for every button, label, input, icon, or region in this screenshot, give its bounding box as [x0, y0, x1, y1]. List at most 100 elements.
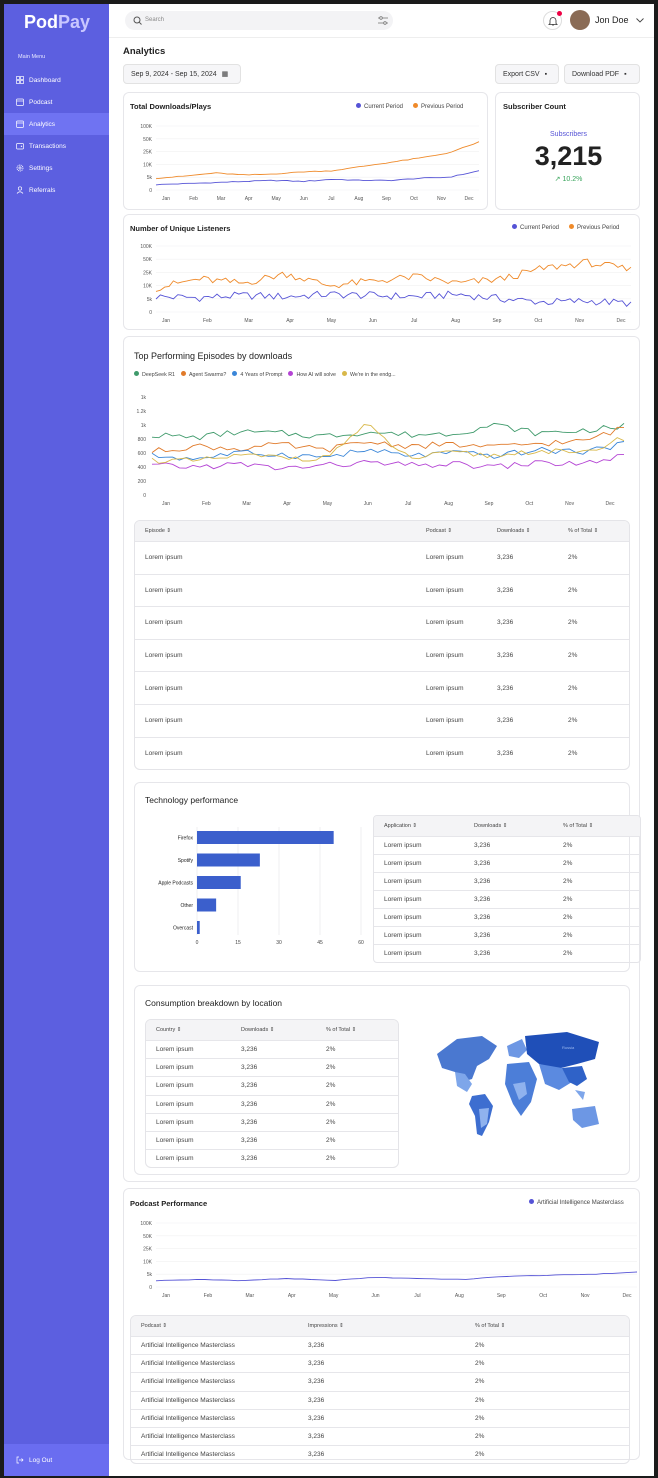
y-tick-label: 50K [143, 137, 153, 143]
table-cell: 2% [475, 1451, 485, 1459]
date-range-picker[interactable]: Sep 9, 2024 - Sep 15, 2024 ▦ [123, 64, 241, 84]
y-tick-label: 100K [140, 124, 152, 130]
table-row[interactable]: Lorem ipsum 3,236 2% [146, 1149, 398, 1167]
table-row[interactable]: Artificial Intelligence Masterclass 3,236… [131, 1372, 629, 1390]
y-tick-label: 50K [143, 1234, 153, 1240]
table-row[interactable]: Lorem ipsum Lorem ipsum 3,236 2% [135, 736, 629, 770]
table-cell: Lorem ipsum [426, 717, 464, 725]
column-header[interactable]: Country ⇕ [146, 1027, 231, 1033]
y-tick-label: 400 [138, 465, 147, 471]
column-header[interactable]: Episode ⇕ [135, 528, 416, 534]
x-tick-label: Mar [244, 318, 253, 324]
bar [197, 876, 241, 889]
table-cell: Artificial Intelligence Masterclass [141, 1342, 235, 1350]
y-tick-label: 0 [143, 493, 146, 499]
column-header[interactable]: % of Total ⇕ [316, 1027, 398, 1033]
table-row[interactable]: Artificial Intelligence Masterclass 3,236… [131, 1390, 629, 1409]
subscriber-card: Subscriber Count Subscribers 3,215 ↗ 10.… [495, 92, 640, 210]
table-row[interactable]: Lorem ipsum Lorem ipsum 3,236 2% [135, 541, 629, 574]
x-tick-label: Jul [405, 501, 411, 507]
table-row[interactable]: Lorem ipsum 3,236 2% [146, 1040, 398, 1058]
chevron-down-icon[interactable] [636, 18, 644, 23]
table-cell: 3,236 [308, 1451, 325, 1459]
filter-icon[interactable] [378, 16, 388, 25]
sidebar-item-analytics[interactable]: Analytics [4, 113, 109, 135]
column-header[interactable]: % of Total ⇕ [465, 1323, 629, 1329]
y-tick-label: 5k [147, 297, 153, 303]
table-row[interactable]: Lorem ipsum 3,236 2% [146, 1058, 398, 1076]
table-cell: 2% [563, 878, 573, 885]
series-line [155, 170, 480, 186]
y-tick-label: 800 [138, 437, 147, 443]
bar [197, 898, 217, 912]
performance-table: Podcast ⇕ Impressions ⇕% of Total ⇕ Artifi… [130, 1315, 630, 1465]
table-row[interactable]: Artificial Intelligence Masterclass 3,236… [131, 1336, 629, 1354]
column-header[interactable]: Downloads ⇕ [464, 823, 553, 829]
download-pdf-button[interactable]: Download PDF ▪ [564, 64, 640, 84]
table-row[interactable]: Lorem ipsum Lorem ipsum 3,236 2% [135, 671, 629, 704]
table-row[interactable]: Artificial Intelligence Masterclass 3,236… [131, 1426, 629, 1445]
search-input[interactable]: Search [125, 11, 393, 30]
legend-item: DeepSeek R1 [134, 371, 175, 378]
column-header[interactable]: Podcast ⇕ [131, 1323, 298, 1329]
sidebar-item-settings[interactable]: Settings [4, 157, 109, 179]
table-row[interactable]: Lorem ipsum 3,236 2% [374, 944, 640, 962]
table-row[interactable]: Lorem ipsum 3,236 2% [374, 890, 640, 908]
table-row[interactable]: Lorem ipsum 3,236 2% [374, 836, 640, 854]
table-row[interactable]: Lorem ipsum 3,236 2% [374, 908, 640, 926]
subscriber-count: 3,215 [534, 141, 603, 171]
table-cell: Lorem ipsum [156, 1046, 194, 1054]
downloads-card: Total Downloads/Plays Current Period Prev… [123, 92, 488, 210]
table-row[interactable]: Artificial Intelligence Masterclass 3,236… [131, 1445, 629, 1463]
column-header[interactable]: % of Total ⇕ [558, 528, 629, 534]
export-csv-button[interactable]: Export CSV ▪ [495, 64, 559, 84]
table-header: Country ⇕ Downloads ⇕% of Total ⇕ [146, 1020, 398, 1040]
table-row[interactable]: Lorem ipsum Lorem ipsum 3,236 2% [135, 606, 629, 639]
table-row[interactable]: Artificial Intelligence Masterclass 3,236… [131, 1354, 629, 1372]
x-tick-label: Feb [189, 196, 198, 202]
episodes-title: Top Performing Episodes by downloads [134, 351, 293, 361]
sidebar-item-podcast[interactable]: Podcast [4, 91, 109, 113]
column-header[interactable]: Downloads ⇕ [231, 1027, 316, 1033]
column-header[interactable]: Podcast ⇕ [416, 528, 487, 534]
table-cell: Lorem ipsum [145, 717, 183, 725]
sidebar-item-referrals[interactable]: Referrals [4, 179, 109, 201]
table-row[interactable]: Lorem ipsum Lorem ipsum 3,236 2% [135, 573, 629, 607]
table-row[interactable]: Artificial Intelligence Masterclass 3,236… [131, 1408, 629, 1427]
table-row[interactable]: Lorem ipsum 3,236 2% [374, 854, 640, 872]
table-cell: 3,236 [497, 717, 514, 725]
table-row[interactable]: Lorem ipsum 3,236 2% [146, 1112, 398, 1131]
x-tick-label: Oct [410, 196, 418, 202]
table-header: Episode ⇕ Podcast ⇕ Downloads ⇕% of Total … [135, 521, 629, 541]
user-name[interactable]: Jon Doe [595, 15, 629, 25]
table-cell: Lorem ipsum [156, 1064, 194, 1072]
column-header[interactable]: Downloads ⇕ [487, 528, 558, 534]
column-header[interactable]: Impressions ⇕ [298, 1323, 465, 1329]
table-cell: 3,236 [497, 652, 514, 660]
table-row[interactable]: Lorem ipsum 3,236 2% [374, 926, 640, 944]
series-line [151, 453, 625, 471]
calendar-icon: ▦ [221, 71, 229, 78]
x-tick-label: Aug [451, 318, 460, 324]
category-label: Overcast [173, 926, 194, 932]
table-cell: 3,236 [308, 1342, 325, 1350]
table-row[interactable]: Lorem ipsum Lorem ipsum 3,236 2% [135, 703, 629, 737]
sidebar-item-dashboard[interactable]: Dashboard [4, 69, 109, 91]
table-row[interactable]: Lorem ipsum 3,236 2% [374, 872, 640, 890]
column-header[interactable]: % of Total ⇕ [553, 823, 640, 829]
table-row[interactable]: Lorem ipsum 3,236 2% [146, 1094, 398, 1113]
table-cell: Lorem ipsum [426, 749, 464, 757]
sidebar-item-transactions[interactable]: Transactions [4, 135, 109, 157]
avatar[interactable] [570, 10, 590, 30]
column-header[interactable]: Application ⇕ [374, 823, 464, 829]
x-tick-label: Jul [328, 196, 334, 202]
table-cell: 3,236 [308, 1433, 325, 1441]
table-row[interactable]: Lorem ipsum 3,236 2% [146, 1076, 398, 1094]
logout-button[interactable]: Log Out [4, 1444, 109, 1476]
table-cell: 3,236 [241, 1155, 258, 1163]
legend-item: Current Period [512, 224, 559, 231]
table-cell: 2% [326, 1046, 336, 1054]
table-row[interactable]: Lorem ipsum Lorem ipsum 3,236 2% [135, 638, 629, 672]
episodes-legend: DeepSeek R1 Agent Swarms? 4 Years of Pro… [134, 371, 396, 378]
table-row[interactable]: Lorem ipsum 3,236 2% [146, 1130, 398, 1149]
